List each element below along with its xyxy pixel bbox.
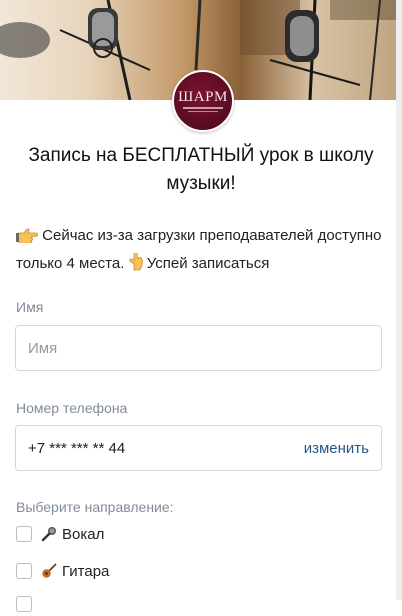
logo-decoration (183, 107, 223, 109)
phone-value: +7 *** *** ** 44 (28, 439, 126, 457)
guitar-icon (40, 562, 58, 580)
name-input[interactable] (15, 325, 382, 371)
pointing-right-hand-icon (16, 226, 38, 251)
guitar-label: Гитара (62, 562, 110, 580)
guitar-checkbox[interactable] (16, 563, 32, 579)
phone-label: Номер телефона (16, 400, 128, 416)
logo-decoration-2 (188, 111, 218, 112)
option-guitar[interactable]: Гитара (16, 559, 109, 583)
direction-label: Выберите направление: (16, 499, 174, 515)
option-partial[interactable] (16, 592, 40, 616)
phone-field: +7 *** *** ** 44 изменить (15, 425, 382, 471)
microphone-icon (40, 525, 58, 543)
change-phone-link[interactable]: изменить (304, 440, 369, 457)
notice-end-text: Успей записаться (146, 255, 270, 272)
scrollbar-track[interactable] (396, 0, 402, 600)
vocal-checkbox[interactable] (16, 526, 32, 542)
logo-text: ШАРМ (178, 89, 228, 105)
school-logo: ШАРМ (172, 70, 234, 132)
partial-checkbox[interactable] (16, 596, 32, 612)
pointing-down-hand-icon (129, 252, 144, 279)
form-title: Запись на БЕСПЛАТНЫЙ урок в школу музыки… (28, 145, 374, 194)
vocal-label: Вокал (62, 525, 105, 543)
option-vocal[interactable]: Вокал (16, 522, 104, 546)
notice-text: Сейчас из-за загрузки преподавателей дос… (16, 223, 388, 279)
name-label: Имя (16, 299, 44, 315)
